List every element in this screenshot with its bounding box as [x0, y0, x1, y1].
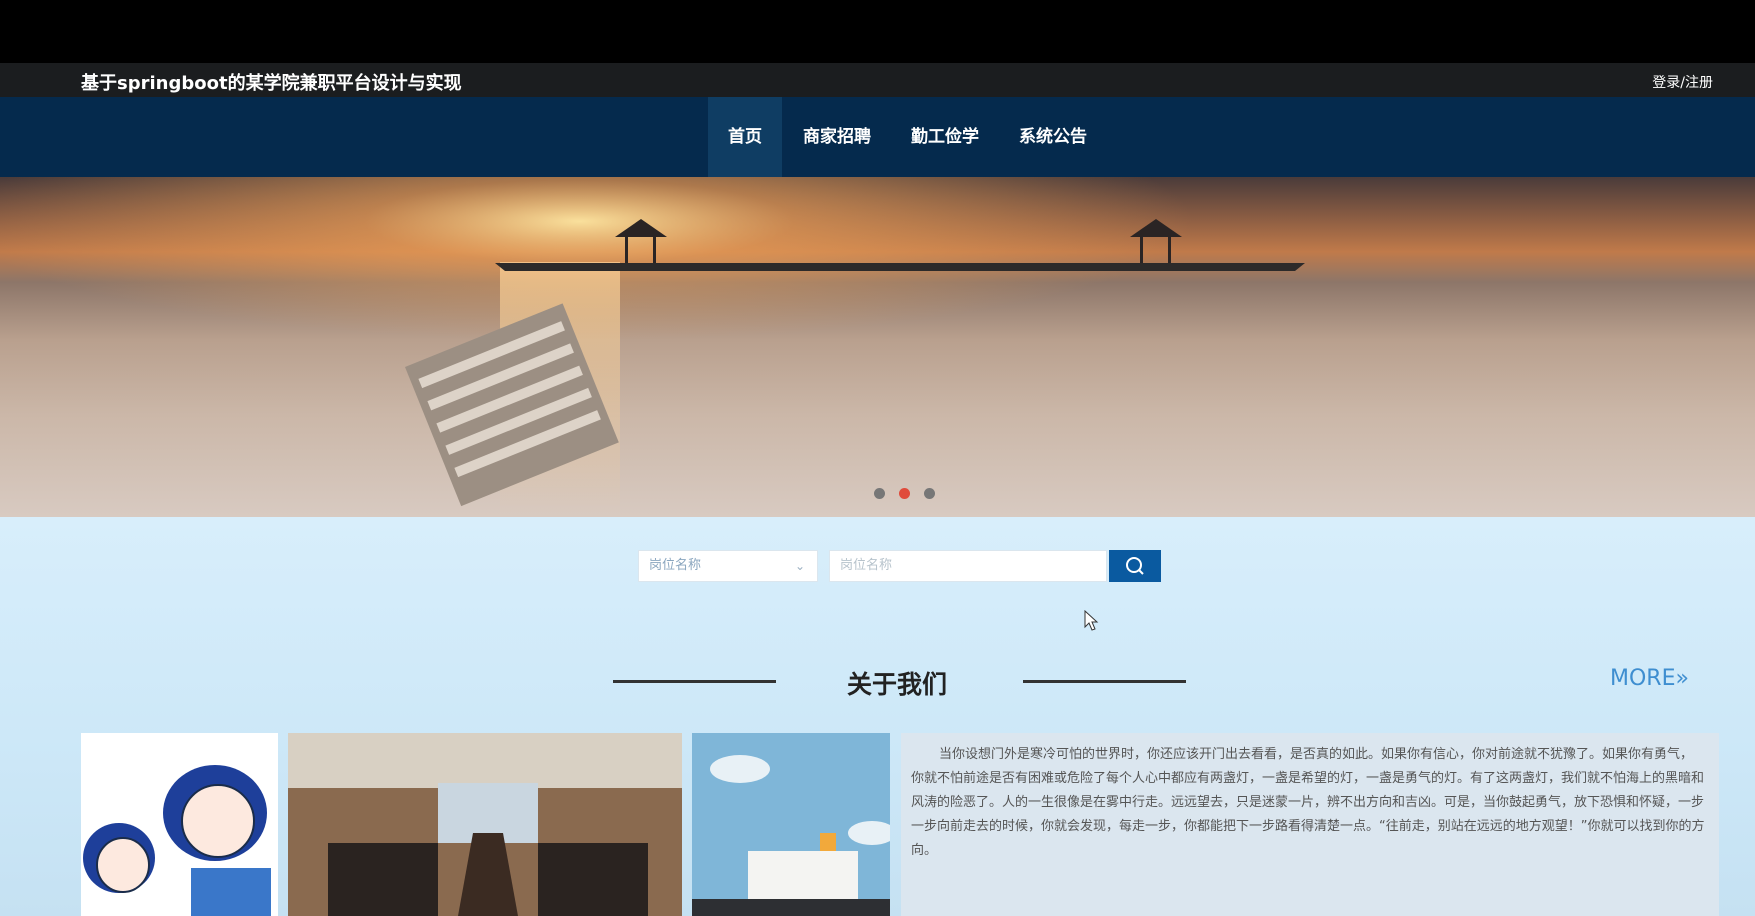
about-text: 当你设想门外是寒冷可怕的世界时，你还应该开门出去看看，是否真的如此。如果你有信心…: [901, 733, 1719, 916]
carousel-dot-3[interactable]: [924, 488, 936, 499]
carousel-dot-1[interactable]: [874, 488, 885, 499]
about-image-cartoon: [81, 733, 278, 916]
main-nav: 首页 商家招聘 勤工俭学 系统公告: [0, 97, 1755, 177]
about-title: 关于我们: [847, 670, 948, 699]
double-chevron-right-icon: »: [1675, 666, 1689, 691]
search-input[interactable]: 岗位名称: [829, 550, 1107, 582]
nav-item-home[interactable]: 首页: [708, 97, 782, 177]
nav-item-work-study[interactable]: 勤工俭学: [904, 97, 986, 177]
search-field-select[interactable]: 岗位名称 ⌄: [638, 550, 818, 582]
title-rule-left: [613, 680, 776, 683]
nav-item-announcements[interactable]: 系统公告: [1012, 97, 1094, 177]
banner-carousel[interactable]: [0, 177, 1755, 517]
about-image-ship: [692, 733, 890, 916]
title-rule-right: [1023, 680, 1186, 683]
search-button[interactable]: [1109, 550, 1161, 582]
carousel-dot-2[interactable]: [899, 488, 911, 499]
top-header-bar: 基于springboot的某学院兼职平台设计与实现 登录/注册: [0, 63, 1755, 97]
search-select-value: 岗位名称: [649, 558, 702, 573]
content-area: 岗位名称 ⌄ 岗位名称 关于我们 MORE» 当你设想门外是寒冷可怕的世界时，你…: [0, 517, 1755, 916]
carousel-dots: [874, 484, 944, 503]
nav-item-merchant-recruit[interactable]: 商家招聘: [796, 97, 878, 177]
mouse-cursor-icon: [1084, 610, 1099, 631]
site-title: 基于springboot的某学院兼职平台设计与实现: [81, 73, 462, 94]
login-register-link[interactable]: 登录/注册: [1652, 72, 1713, 92]
more-link[interactable]: MORE»: [1610, 666, 1689, 691]
search-icon: [1126, 557, 1144, 575]
about-image-meeting-room: [288, 733, 682, 916]
more-label: MORE: [1610, 666, 1676, 691]
chevron-down-icon: ⌄: [794, 559, 805, 573]
banner-image: [0, 177, 1755, 517]
